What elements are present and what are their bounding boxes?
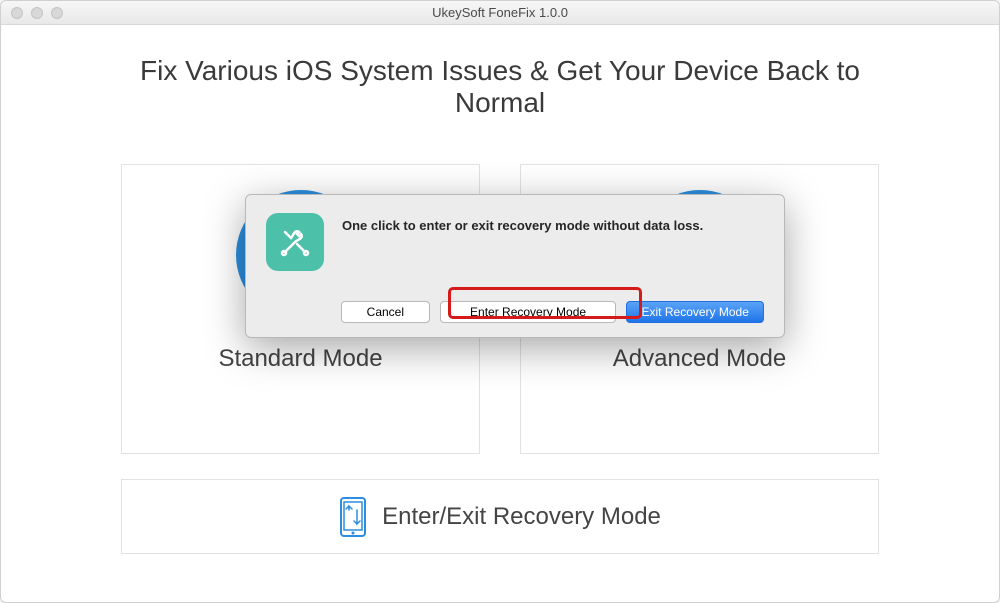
- traffic-lights: [11, 7, 63, 19]
- window-title: UkeySoft FoneFix 1.0.0: [1, 5, 999, 20]
- page-headline: Fix Various iOS System Issues & Get Your…: [121, 55, 879, 119]
- recovery-mode-dialog: One click to enter or exit recovery mode…: [245, 194, 785, 338]
- dialog-message: One click to enter or exit recovery mode…: [342, 213, 703, 233]
- advanced-mode-label: Advanced Mode: [613, 345, 786, 373]
- dialog-buttons: Cancel Enter Recovery Mode Exit Recovery…: [266, 301, 764, 323]
- tools-icon: [266, 213, 324, 271]
- standard-mode-label: Standard Mode: [218, 345, 382, 373]
- dialog-content-row: One click to enter or exit recovery mode…: [266, 213, 764, 271]
- exit-recovery-button[interactable]: Exit Recovery Mode: [626, 301, 764, 323]
- cancel-button[interactable]: Cancel: [341, 301, 430, 323]
- fullscreen-window-button[interactable]: [51, 7, 63, 19]
- phone-arrows-icon: [339, 496, 367, 538]
- recovery-bar-label: Enter/Exit Recovery Mode: [382, 503, 661, 531]
- titlebar: UkeySoft FoneFix 1.0.0: [1, 1, 999, 25]
- minimize-window-button[interactable]: [31, 7, 43, 19]
- recovery-mode-bar[interactable]: Enter/Exit Recovery Mode: [121, 479, 879, 554]
- close-window-button[interactable]: [11, 7, 23, 19]
- enter-recovery-button[interactable]: Enter Recovery Mode: [440, 301, 617, 323]
